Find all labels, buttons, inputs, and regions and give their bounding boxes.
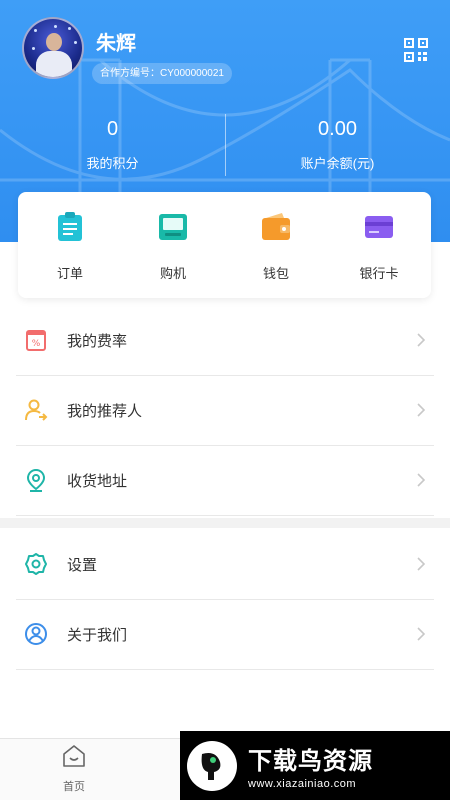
profile-page: 朱辉 合作方编号： CY000000021 0 我的积分 0.00 账户余额(元…: [0, 0, 450, 800]
pos-machine-icon: [159, 214, 187, 240]
quick-action-label: 购机: [159, 266, 186, 281]
partner-id-badge: 合作方编号： CY000000021: [92, 63, 232, 84]
bank-card-icon: [365, 216, 393, 238]
svg-text:%: %: [32, 339, 41, 349]
quick-actions-card: 订单 购机 钱包 银行卡: [18, 192, 431, 298]
chevron-right-icon: [417, 403, 426, 417]
quick-action-orders[interactable]: 订单: [30, 212, 110, 282]
balance-stat[interactable]: 0.00 账户余额(元): [225, 118, 450, 172]
menu-item-my-referrer[interactable]: 我的推荐人: [16, 376, 434, 446]
menu-item-about-us[interactable]: 关于我们: [16, 600, 434, 670]
avatar[interactable]: [22, 17, 84, 79]
quick-action-label: 银行卡: [359, 266, 399, 281]
watermark-banner: 下载鸟资源 www.xiazainiao.com: [180, 731, 450, 800]
quick-action-label: 钱包: [262, 266, 289, 281]
menu-item-shipping-address[interactable]: 收货地址: [16, 446, 434, 516]
wallet-icon: [262, 213, 290, 240]
chevron-right-icon: [417, 557, 426, 571]
bird-logo-icon: [187, 740, 237, 791]
menu-item-label: 收货地址: [67, 473, 128, 490]
chevron-right-icon: [417, 473, 426, 487]
rate-icon: %: [26, 330, 46, 351]
username: 朱辉: [96, 33, 136, 55]
quick-action-wallet[interactable]: 钱包: [236, 212, 316, 282]
clipboard-icon: [58, 212, 82, 241]
watermark-url: www.xiazainiao.com: [248, 778, 357, 790]
home-icon: [63, 745, 85, 767]
partner-id-value: CY000000021: [160, 68, 224, 79]
points-label: 我的积分: [86, 156, 139, 171]
quick-action-buy-machine[interactable]: 购机: [133, 212, 213, 282]
menu-item-settings[interactable]: 设置: [16, 530, 434, 600]
balance-value: 0.00: [318, 118, 357, 140]
points-stat[interactable]: 0 我的积分: [0, 118, 225, 172]
chevron-right-icon: [417, 627, 426, 641]
menu-item-label: 我的推荐人: [67, 403, 143, 420]
quick-action-bank-card[interactable]: 银行卡: [339, 212, 419, 282]
referrer-icon: [25, 399, 48, 421]
menu-item-label: 关于我们: [67, 627, 128, 644]
balance-label: 账户余额(元): [300, 156, 375, 171]
nav-home[interactable]: 首页: [50, 743, 98, 794]
menu-item-my-rate[interactable]: % 我的费率: [16, 306, 434, 376]
quick-action-label: 订单: [56, 266, 83, 281]
location-icon: [26, 468, 46, 492]
watermark-title: 下载鸟资源: [248, 748, 373, 775]
partner-id-label: 合作方编号：: [100, 68, 160, 79]
qr-code-icon[interactable]: [404, 38, 428, 62]
points-value: 0: [106, 118, 119, 140]
watermark-text: 下载鸟资源 www.xiazainiao.com: [248, 741, 373, 790]
nav-home-label: 首页: [63, 781, 85, 793]
menu-item-label: 我的费率: [67, 333, 128, 350]
about-icon: [25, 623, 47, 645]
section-gap: [0, 518, 450, 528]
menu-item-label: 设置: [67, 557, 98, 574]
settings-icon: [25, 553, 47, 575]
chevron-right-icon: [417, 333, 426, 347]
